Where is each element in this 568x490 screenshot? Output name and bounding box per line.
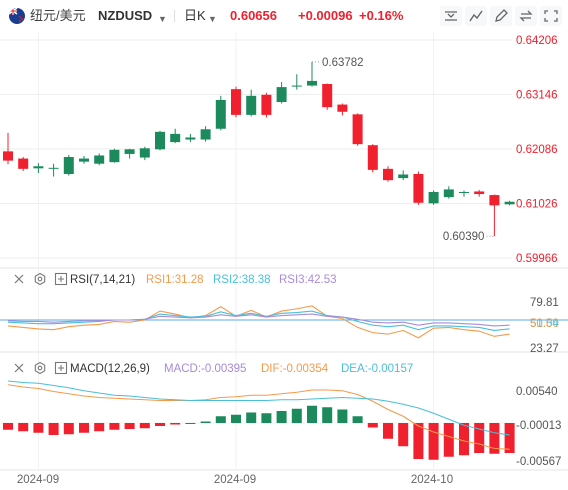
rsi2-value: RSI2:38.38: [213, 274, 271, 286]
candle-body: [337, 104, 348, 112]
settings-icon[interactable]: [33, 361, 47, 375]
macd-histogram-bar: [231, 414, 241, 423]
candle-body: [383, 168, 393, 181]
candle-body: [276, 87, 287, 103]
x-tick-label: 2024-09: [214, 474, 256, 486]
rsi3-value: RSI3:42.53: [279, 274, 337, 286]
candle-body: [139, 148, 150, 158]
macd-histogram-bar: [63, 423, 74, 435]
candle-body: [33, 166, 44, 169]
macd-histogram-bar: [352, 416, 363, 423]
candle-body: [63, 157, 74, 174]
macd-histogram-bar: [322, 407, 333, 423]
macd-histogram-bar: [155, 423, 165, 426]
y-tick-label: 0.62086: [516, 144, 558, 156]
macd-histogram-bar: [94, 423, 105, 432]
macd-histogram-bar: [261, 413, 272, 423]
candle-body: [352, 114, 363, 145]
candle-body: [322, 84, 333, 108]
candle-body: [200, 129, 211, 140]
settings-icon[interactable]: [33, 272, 47, 286]
macd-histogram-bar: [215, 416, 226, 423]
candle-body: [367, 145, 378, 170]
candle-body: [79, 158, 89, 162]
candle-body: [215, 99, 226, 129]
macd-histogram-bar: [185, 423, 196, 424]
candle-body: [246, 95, 257, 115]
y-tick-label: 0.64206: [516, 35, 558, 47]
macd-histogram-bar: [307, 405, 317, 423]
macd-histogram-bar: [428, 423, 439, 460]
candle-body: [18, 158, 29, 169]
candle-body: [504, 201, 515, 205]
add-indicator-icon[interactable]: [54, 272, 68, 286]
rsi-title: RSI(7,14,21): [70, 274, 136, 286]
candle-body: [291, 85, 302, 87]
y-tick-label: 0.61026: [516, 199, 558, 211]
macd-histogram-bar: [48, 423, 59, 435]
rsi1-value: RSI1:31.28: [146, 274, 204, 286]
candle-body: [124, 149, 135, 154]
macd-title: MACD(12,26,9): [70, 363, 150, 375]
candle-body: [170, 133, 181, 143]
macd-histogram-bar: [79, 423, 89, 433]
macd-histogram-bar: [139, 423, 150, 429]
macd-histogram-bar: [398, 423, 409, 447]
candle-body: [398, 174, 409, 179]
candle-body: [307, 80, 317, 86]
macd-tick-label: -0.00013: [516, 420, 561, 432]
macd-histogram-bar: [367, 423, 378, 428]
y-tick-label: 0.63146: [516, 90, 558, 102]
macd-histogram-bar: [337, 409, 348, 423]
collapse-icon[interactable]: [12, 361, 26, 375]
candle-body: [428, 191, 439, 204]
x-tick-label: 2024-10: [411, 474, 453, 486]
collapse-icon[interactable]: [12, 272, 26, 286]
macd-value: MACD:-0.00395: [164, 363, 247, 375]
candle-body: [109, 149, 120, 163]
rsi-tick-label: 50.00: [530, 318, 559, 330]
x-tick-label: 2024-09: [17, 474, 59, 486]
candle-body: [474, 191, 485, 195]
macd-histogram-bar: [413, 423, 424, 459]
rsi-tick-label: 23.27: [530, 343, 559, 355]
macd-histogram-bar: [459, 423, 469, 456]
macd-histogram-bar: [170, 423, 181, 425]
macd-histogram-bar: [3, 423, 13, 430]
macd-histogram-bar: [18, 423, 29, 432]
macd-histogram-bar: [33, 423, 44, 433]
candle-body: [3, 151, 13, 161]
candle-body: [413, 173, 424, 203]
macd-histogram-bar: [246, 412, 257, 423]
y-tick-label: 0.59966: [516, 253, 558, 265]
macd-histogram-bar: [276, 411, 287, 423]
rsi-tick-label: 79.81: [530, 297, 559, 309]
macd-histogram-bar: [200, 421, 211, 423]
high-annotation: 0.63782: [322, 57, 364, 69]
macd-histogram-bar: [383, 423, 393, 439]
dif-value: DIF:-0.00354: [261, 363, 329, 375]
candle-body: [155, 131, 165, 150]
macd-tick-label: 0.00540: [516, 386, 558, 398]
candle-body: [459, 191, 469, 193]
dea-value: DEA:-0.00157: [341, 363, 414, 375]
candle-body: [231, 89, 241, 115]
macd-histogram-bar: [474, 423, 485, 453]
macd-histogram-bar: [124, 423, 135, 429]
candle-body: [94, 155, 105, 164]
candle-body: [489, 195, 500, 206]
candle-body: [443, 189, 454, 198]
low-annotation: 0.60390: [443, 231, 485, 243]
macd-histogram-bar: [291, 408, 302, 423]
add-indicator-icon[interactable]: [54, 361, 68, 375]
macd-histogram-bar: [504, 423, 515, 453]
chart-canvas[interactable]: 0.64206 0.63146 0.62086 0.61026 0.59966 0.637…: [0, 0, 568, 490]
macd-histogram-bar: [109, 423, 120, 430]
candle-body: [261, 94, 272, 115]
candle-body: [185, 137, 196, 140]
macd-tick-label: -0.00567: [516, 456, 561, 468]
candle-body: [48, 167, 59, 169]
macd-histogram-bar: [443, 423, 454, 457]
